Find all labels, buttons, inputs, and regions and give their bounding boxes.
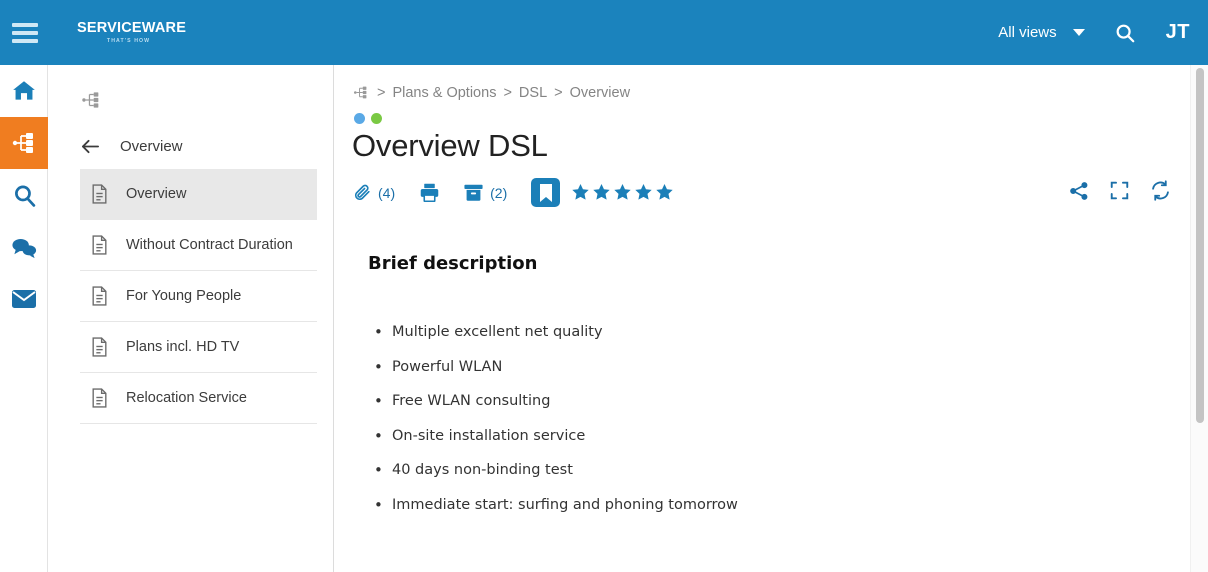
sidebar-item-label: For Young People	[126, 288, 242, 304]
star-icon	[614, 183, 631, 200]
sidebar-nav-list: Overview Without Contract Duration For Y…	[48, 169, 333, 424]
list-item: On-site installation service	[368, 427, 1190, 445]
sidebar-item-without-contract-duration[interactable]: Without Contract Duration	[80, 220, 317, 271]
logo-tagline: THAT'S HOW	[106, 38, 151, 45]
status-dot-green	[371, 113, 382, 124]
logo-text: SERVICEWARE	[77, 19, 187, 36]
sidebar-item-for-young-people[interactable]: For Young People	[80, 271, 317, 322]
star-icon	[635, 183, 652, 200]
sidebar-item-relocation-service[interactable]: Relocation Service	[80, 373, 317, 424]
brief-description-heading: Brief description	[368, 253, 538, 274]
tree-icon[interactable]	[353, 84, 370, 101]
share-icon[interactable]	[1069, 181, 1089, 201]
right-action-icons	[1069, 180, 1171, 201]
scrollbar-thumb[interactable]	[1196, 68, 1204, 423]
rail-item-mail[interactable]	[0, 273, 48, 325]
document-icon	[92, 388, 107, 408]
tree-icon	[12, 133, 33, 153]
print-button[interactable]	[419, 182, 440, 203]
rail-item-home[interactable]	[0, 65, 48, 117]
document-icon	[92, 286, 107, 306]
document-icon	[92, 235, 107, 255]
breadcrumb: > Plans & Options > DSL > Overview	[353, 84, 1190, 101]
document-icon	[92, 184, 107, 204]
all-views-selector[interactable]: All views	[998, 24, 1056, 41]
avatar[interactable]: JT	[1166, 21, 1190, 44]
status-dot-blue	[354, 113, 365, 124]
feature-bullet-list: Multiple excellent net quality Powerful …	[368, 323, 1190, 514]
list-item: Multiple excellent net quality	[368, 323, 1190, 341]
breadcrumb-separator: >	[554, 84, 563, 101]
main-content-area: > Plans & Options > DSL > Overview Overv…	[335, 65, 1190, 572]
document-icon	[92, 337, 107, 357]
list-item: 40 days non-binding test	[368, 461, 1190, 479]
sidebar-tree-icon	[81, 89, 333, 116]
list-item: Immediate start: surfing and phoning tom…	[368, 496, 1190, 514]
action-toolbar: (4) (2)	[353, 178, 1190, 207]
rail-item-search[interactable]	[0, 169, 48, 221]
top-header-bar: SERVICEWARE THAT'S HOW All views JT	[0, 0, 1208, 65]
icon-rail	[0, 65, 48, 572]
sidebar-item-label: Relocation Service	[126, 390, 247, 406]
sidebar-back-button[interactable]: Overview	[81, 138, 333, 155]
sidebar-item-plans-incl-hd-tv[interactable]: Plans incl. HD TV	[80, 322, 317, 373]
refresh-icon[interactable]	[1150, 180, 1171, 201]
printer-icon	[420, 183, 439, 203]
bookmark-button[interactable]	[531, 178, 561, 207]
secondary-sidebar: Overview Overview Without Contract Durat…	[48, 65, 334, 572]
paperclip-icon	[354, 184, 370, 201]
archive-count: (2)	[490, 184, 508, 201]
sidebar-back-label: Overview	[120, 138, 183, 155]
rail-item-chat[interactable]	[0, 221, 48, 273]
sidebar-item-label: Overview	[126, 186, 187, 202]
sidebar-item-label: Without Contract Duration	[126, 237, 293, 253]
list-item: Free WLAN consulting	[368, 392, 1190, 410]
hamburger-menu-icon[interactable]	[12, 22, 38, 43]
bookmark-icon	[539, 183, 552, 202]
star-icon	[572, 183, 589, 200]
attachment-button[interactable]: (4)	[353, 183, 395, 202]
envelope-icon	[12, 290, 36, 308]
list-item: Powerful WLAN	[368, 358, 1190, 376]
chat-icon	[11, 238, 36, 258]
attachment-count: (4)	[378, 184, 396, 201]
rail-item-knowledge-tree[interactable]	[0, 117, 48, 169]
breadcrumb-separator: >	[377, 84, 386, 101]
archive-icon	[464, 184, 483, 201]
rating-stars[interactable]	[571, 183, 674, 202]
header-right-controls: All views JT	[998, 21, 1208, 44]
sidebar-item-overview[interactable]: Overview	[80, 169, 317, 220]
fullscreen-icon[interactable]	[1110, 181, 1129, 200]
status-dots	[354, 113, 1190, 124]
archive-button[interactable]: (2)	[463, 183, 507, 202]
arrow-left-icon	[81, 139, 100, 154]
star-icon	[593, 183, 610, 200]
star-icon	[656, 183, 673, 200]
search-icon	[14, 184, 35, 207]
article-content: Brief description Multiple excellent net…	[368, 253, 1190, 514]
breadcrumb-separator: >	[503, 84, 512, 101]
page-title: Overview DSL	[352, 128, 548, 163]
search-icon[interactable]	[1114, 22, 1136, 44]
sidebar-item-label: Plans incl. HD TV	[126, 339, 240, 355]
vertical-scrollbar[interactable]	[1190, 65, 1208, 572]
breadcrumb-item-dsl[interactable]: DSL	[519, 85, 547, 101]
breadcrumb-item-overview: Overview	[569, 84, 631, 101]
serviceware-logo[interactable]: SERVICEWARE THAT'S HOW	[77, 21, 186, 45]
home-icon	[13, 81, 35, 100]
breadcrumb-item-plans-options[interactable]: Plans & Options	[392, 85, 496, 101]
chevron-down-icon[interactable]	[1072, 29, 1085, 36]
